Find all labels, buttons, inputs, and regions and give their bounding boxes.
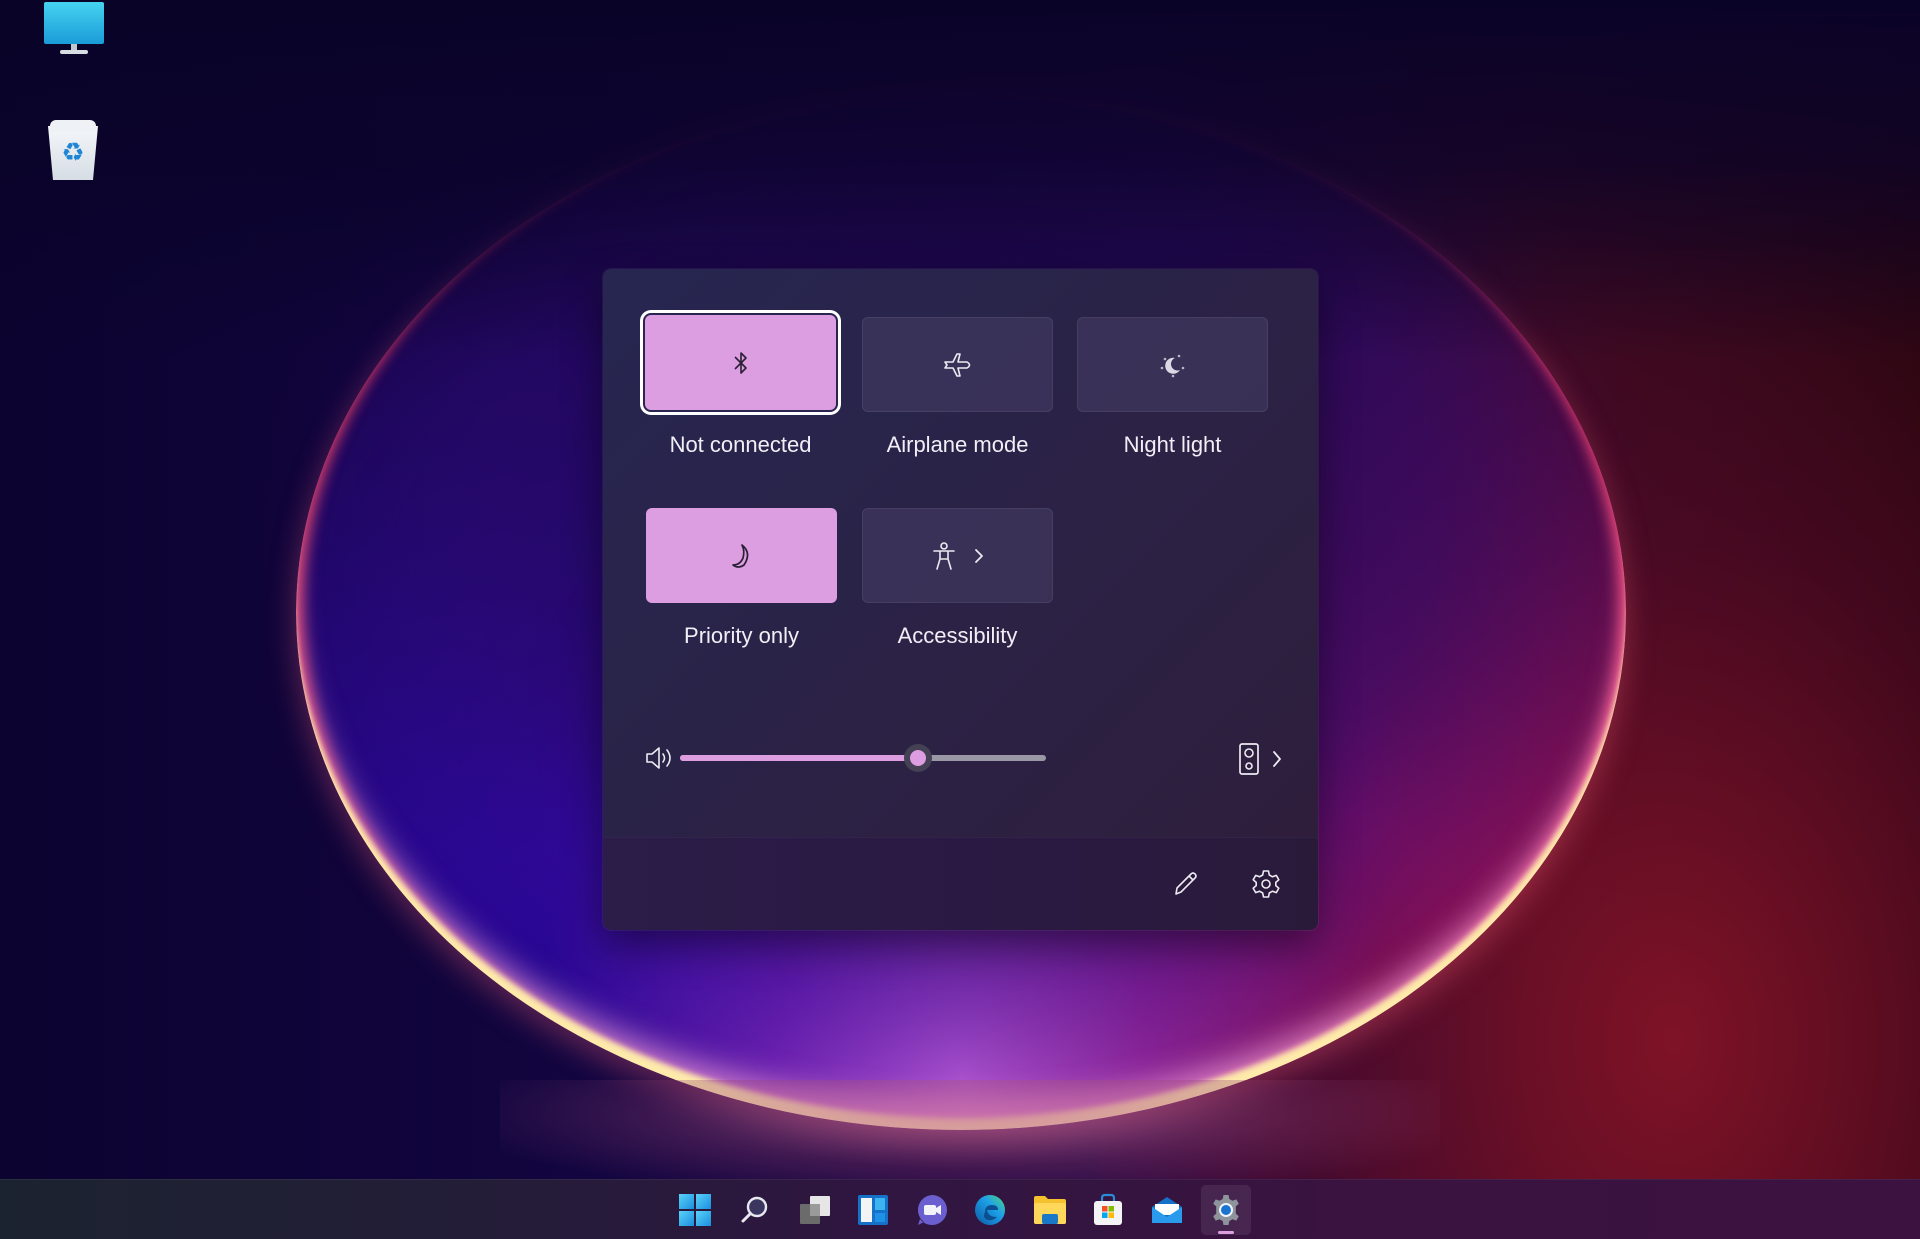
speaker-device-icon[interactable] bbox=[1238, 742, 1260, 776]
bluetooth-label: Not connected bbox=[669, 432, 812, 457]
taskbar-edge-button[interactable] bbox=[965, 1185, 1015, 1235]
task-view-icon bbox=[800, 1196, 830, 1224]
monitor-base bbox=[60, 50, 88, 54]
quick-settings-footer bbox=[603, 837, 1318, 930]
active-app-indicator bbox=[1218, 1231, 1234, 1234]
mail-icon bbox=[1152, 1197, 1182, 1223]
speaker-volume-icon[interactable] bbox=[645, 745, 675, 771]
taskbar-chat-button[interactable] bbox=[907, 1185, 957, 1235]
desktop-icon-recycle-bin[interactable]: ♻ bbox=[48, 120, 98, 180]
pencil-icon bbox=[1175, 872, 1197, 895]
folder-icon bbox=[1034, 1196, 1066, 1224]
windows-start-icon bbox=[679, 1194, 711, 1226]
night-light-toggle[interactable] bbox=[1077, 317, 1268, 412]
moon-icon bbox=[731, 543, 748, 568]
accessibility-icon bbox=[932, 541, 955, 570]
recycle-symbol-icon: ♻ bbox=[61, 138, 85, 168]
taskbar-file-explorer-button[interactable] bbox=[1025, 1185, 1075, 1235]
airplane-mode-label: Airplane mode bbox=[886, 432, 1029, 457]
monitor-icon bbox=[44, 2, 104, 44]
taskbar-task-view-button[interactable] bbox=[790, 1185, 840, 1235]
taskbar-settings-button[interactable] bbox=[1201, 1185, 1251, 1235]
bluetooth-toggle[interactable] bbox=[645, 315, 836, 410]
volume-slider[interactable] bbox=[680, 740, 1046, 776]
widgets-icon bbox=[858, 1195, 888, 1225]
teams-chat-icon bbox=[917, 1195, 947, 1225]
night-light-label: Night light bbox=[1123, 432, 1222, 457]
wallpaper-bloom-reflection bbox=[500, 1080, 1440, 1190]
taskbar-start-button[interactable] bbox=[670, 1185, 720, 1235]
focus-assist-toggle[interactable] bbox=[646, 508, 837, 603]
night-light-icon bbox=[1160, 354, 1184, 377]
bluetooth-icon bbox=[733, 351, 747, 374]
output-device-chevron-icon[interactable] bbox=[1269, 747, 1285, 771]
settings-gear-icon bbox=[1213, 1195, 1239, 1225]
store-icon bbox=[1094, 1193, 1122, 1225]
volume-slider-fill bbox=[680, 755, 918, 761]
taskbar-store-button[interactable] bbox=[1083, 1185, 1133, 1235]
desktop-icon-this-pc[interactable] bbox=[44, 2, 104, 56]
taskbar bbox=[0, 1179, 1920, 1239]
airplane-mode-toggle[interactable] bbox=[862, 317, 1053, 412]
taskbar-search-button[interactable] bbox=[730, 1185, 780, 1235]
edge-icon bbox=[975, 1195, 1005, 1225]
taskbar-widgets-button[interactable] bbox=[848, 1185, 898, 1235]
accessibility-label: Accessibility bbox=[897, 623, 1018, 648]
search-icon bbox=[741, 1196, 768, 1223]
focus-assist-label: Priority only bbox=[684, 623, 799, 648]
edit-quick-settings-button[interactable] bbox=[1167, 866, 1203, 902]
volume-slider-thumb[interactable] bbox=[903, 744, 932, 772]
open-settings-button[interactable] bbox=[1248, 866, 1284, 902]
accessibility-button-content bbox=[931, 541, 985, 571]
accessibility-button[interactable] bbox=[862, 508, 1053, 603]
quick-settings-panel: Not connected Airplane mode Night light … bbox=[603, 269, 1318, 930]
chevron-right-icon bbox=[974, 548, 983, 563]
taskbar-mail-button[interactable] bbox=[1142, 1185, 1192, 1235]
airplane-icon bbox=[943, 352, 970, 377]
recycle-bin-paper bbox=[50, 120, 96, 132]
gear-icon bbox=[1252, 870, 1280, 898]
